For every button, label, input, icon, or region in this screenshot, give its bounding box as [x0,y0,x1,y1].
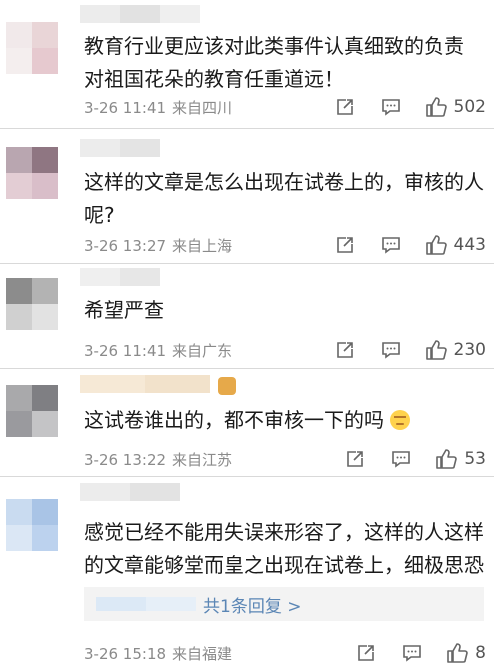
avatar[interactable] [6,22,58,74]
comment-3: 希望严查 3-26 11:41 来自广东 230 [0,264,494,368]
share-icon[interactable] [344,448,366,470]
comment-text: 这样的文章是怎么出现在试卷上的，审核的人 呢? [84,166,484,232]
comment-meta: 3-26 11:41 来自四川 [84,97,232,118]
thumbs-up-icon [445,641,469,665]
like-button[interactable]: 502 [424,95,486,119]
comment-2: 这样的文章是怎么出现在试卷上的，审核的人 呢? 3-26 13:27 来自上海 4… [0,129,494,263]
emoji-icon [390,410,410,430]
comment-location: 来自四川 [172,99,233,117]
like-button[interactable]: 443 [424,233,486,257]
comment-text-line: 这样的文章是怎么出现在试卷上的，审核的人 [84,170,484,194]
comment-icon[interactable] [380,234,402,256]
comment-meta: 3-26 13:22 来自江苏 [84,449,232,470]
comment-meta: 3-26 15:18 来自福建 [84,643,232,664]
comment-text-line: 这试卷谁出的，都不审核一下的吗 [84,404,484,437]
like-count: 230 [453,340,486,360]
comment-text: 希望严查 [84,294,484,327]
like-count: 53 [464,449,486,469]
like-count: 443 [453,235,486,255]
comment-4: 这试卷谁出的，都不审核一下的吗 3-26 13:22 来自江苏 53 [0,369,494,476]
thumbs-up-icon [434,447,458,471]
share-icon[interactable] [334,96,356,118]
share-icon[interactable] [355,642,377,664]
comment-icon[interactable] [390,448,412,470]
username-blurred[interactable] [80,268,160,286]
thumbs-up-icon [424,95,448,119]
comment-time: 3-26 11:41 [84,99,167,117]
comment-text: 这试卷谁出的，都不审核一下的吗 [84,404,484,437]
user-badge-icon [218,377,236,395]
comment-text-line: 希望严查 [84,298,164,322]
comment-text-line: 教育行业更应该对此类事件认真细致的负责 [84,34,464,58]
comment-5: 感觉已经不能用失误来形容了，这样的人这样 的文章能够堂而皇之出现在试卷上，细极思… [0,477,494,668]
username-blurred[interactable] [80,483,180,501]
comment-time: 3-26 13:22 [84,451,167,469]
reply-preview[interactable]: 共1条回复 > [84,587,484,621]
comment-location: 来自上海 [172,237,233,255]
thumbs-up-icon [424,338,448,362]
comment-location: 来自广东 [172,342,233,360]
comment-actions: 502 [334,95,486,119]
like-button[interactable]: 230 [424,338,486,362]
comment-time: 3-26 15:18 [84,645,167,663]
comment-location: 来自福建 [172,645,233,663]
comment-text-line: 感觉已经不能用失误来形容了，这样的人这样 [84,520,484,544]
username-blurred[interactable] [80,375,210,393]
comment-text: 感觉已经不能用失误来形容了，这样的人这样 的文章能够堂而皇之出现在试卷上，细极思… [84,516,484,582]
like-count: 502 [453,97,486,117]
comment-text-line: 的文章能够堂而皇之出现在试卷上，细极思恐 [84,553,484,577]
username-blurred[interactable] [80,5,200,23]
comment-icon[interactable] [401,642,423,664]
comment-meta: 3-26 13:27 来自上海 [84,235,232,256]
view-replies-link[interactable]: 共1条回复 > [203,592,301,617]
comment-1: 教育行业更应该对此类事件认真细致的负责 对祖国花朵的教育任重道远！ 3-26 1… [0,0,494,128]
avatar[interactable] [6,385,58,437]
avatar[interactable] [6,147,58,199]
comment-text-line: 呢? [84,203,115,227]
comment-location: 来自江苏 [172,451,233,469]
comment-actions: 443 [334,233,486,257]
share-icon[interactable] [334,234,356,256]
comment-icon[interactable] [380,96,402,118]
comment-text: 教育行业更应该对此类事件认真细致的负责 对祖国花朵的教育任重道远！ [84,30,484,96]
comment-meta: 3-26 11:41 来自广东 [84,340,232,361]
like-count: 8 [475,643,486,663]
like-button[interactable]: 53 [434,447,486,471]
thumbs-up-icon [424,233,448,257]
comment-time: 3-26 13:27 [84,237,167,255]
comment-actions: 230 [334,338,486,362]
like-button[interactable]: 8 [445,641,486,665]
comment-actions: 53 [344,447,486,471]
comment-actions: 8 [355,641,486,665]
comment-icon[interactable] [380,339,402,361]
username-blurred[interactable] [80,139,160,157]
avatar[interactable] [6,278,58,330]
avatar[interactable] [6,499,58,551]
comment-text-line: 对祖国花朵的教育任重道远！ [84,67,344,91]
comment-text-content: 这试卷谁出的，都不审核一下的吗 [84,408,384,432]
share-icon[interactable] [334,339,356,361]
comment-time: 3-26 11:41 [84,342,167,360]
